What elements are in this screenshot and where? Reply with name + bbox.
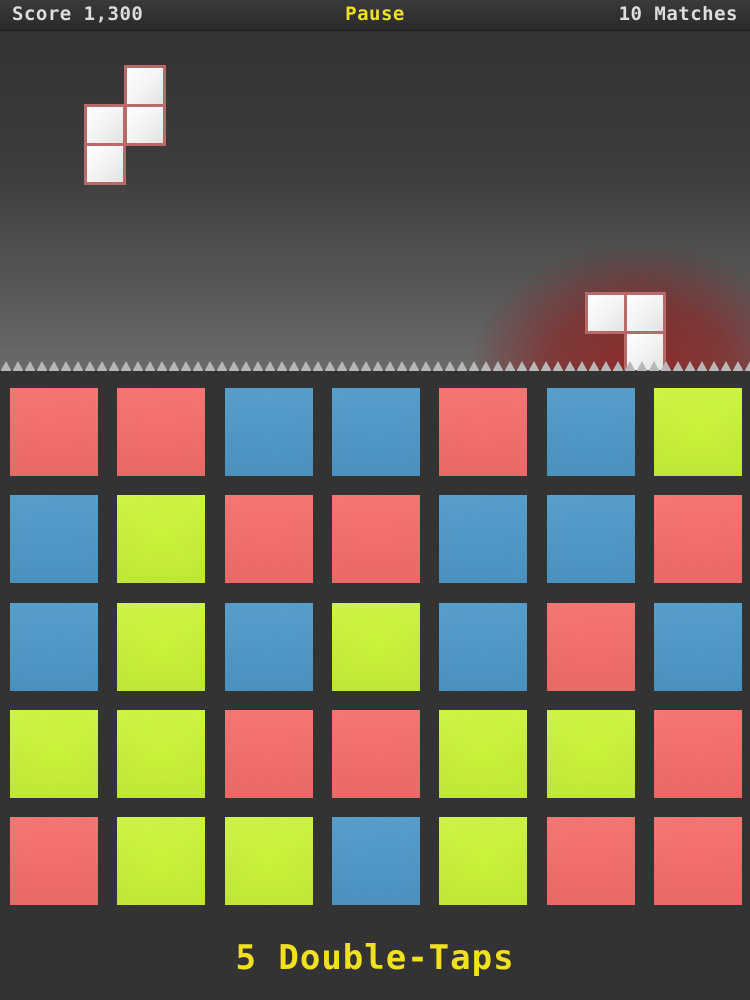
block-red[interactable] [547, 603, 635, 691]
play-area [0, 31, 750, 370]
block-red[interactable] [654, 710, 742, 798]
piece-tile [124, 104, 166, 146]
piece-tile [585, 292, 627, 334]
block-blue[interactable] [225, 388, 313, 476]
block-red[interactable] [225, 710, 313, 798]
block-green[interactable] [10, 710, 98, 798]
spike-border [0, 361, 750, 372]
block-red[interactable] [654, 817, 742, 905]
double-taps-button[interactable]: 5 Double-Taps [0, 938, 750, 978]
block-blue[interactable] [10, 495, 98, 583]
block-blue[interactable] [332, 817, 420, 905]
block-red[interactable] [332, 495, 420, 583]
piece-tile [84, 143, 126, 185]
block-red[interactable] [225, 495, 313, 583]
block-blue[interactable] [547, 388, 635, 476]
block-green[interactable] [117, 603, 205, 691]
block-green[interactable] [332, 603, 420, 691]
block-blue[interactable] [332, 388, 420, 476]
block-blue[interactable] [547, 495, 635, 583]
hud-bar: Score 1,300 Pause 10 Matches [0, 0, 750, 31]
block-blue[interactable] [439, 603, 527, 691]
block-green[interactable] [439, 710, 527, 798]
block-red[interactable] [332, 710, 420, 798]
block-red[interactable] [10, 817, 98, 905]
block-blue[interactable] [654, 603, 742, 691]
block-green[interactable] [654, 388, 742, 476]
block-grid[interactable] [0, 371, 750, 931]
block-green[interactable] [439, 817, 527, 905]
piece-tile [624, 292, 666, 334]
block-green[interactable] [225, 817, 313, 905]
block-blue[interactable] [225, 603, 313, 691]
block-green[interactable] [117, 710, 205, 798]
block-red[interactable] [117, 388, 205, 476]
block-red[interactable] [10, 388, 98, 476]
block-green[interactable] [117, 495, 205, 583]
block-red[interactable] [547, 817, 635, 905]
block-red[interactable] [654, 495, 742, 583]
matches-counter: 10 Matches [618, 3, 738, 25]
block-blue[interactable] [439, 495, 527, 583]
piece-tile [124, 65, 166, 107]
block-green[interactable] [117, 817, 205, 905]
block-red[interactable] [439, 388, 527, 476]
block-green[interactable] [547, 710, 635, 798]
block-blue[interactable] [10, 603, 98, 691]
footer: 5 Double-Taps [0, 930, 750, 1000]
piece-tile [84, 104, 126, 146]
